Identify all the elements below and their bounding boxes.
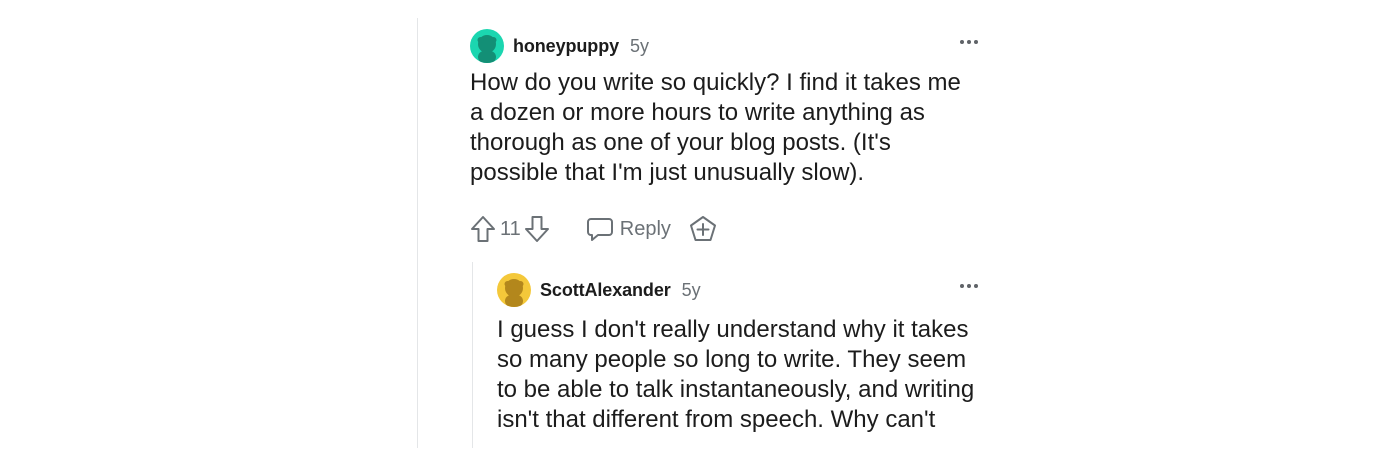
reply-label: Reply (619, 217, 671, 240)
award-plus-icon (689, 216, 716, 241)
more-horizontal-icon (960, 40, 964, 44)
vote-count: 11 (500, 217, 521, 240)
comment-age: 5y (681, 279, 701, 300)
arrow-down-icon (524, 216, 549, 242)
more-horizontal-icon (960, 284, 964, 288)
reply-button[interactable]: Reply (586, 215, 671, 243)
comment-age: 5y (630, 35, 650, 56)
username[interactable]: ScottAlexander (540, 280, 671, 301)
avatar[interactable] (497, 273, 531, 307)
comment-actions: 11 Reply (470, 212, 990, 246)
arrow-up-icon (471, 216, 495, 242)
username[interactable]: honeypuppy (513, 36, 619, 57)
downvote-button[interactable] (524, 215, 550, 243)
speech-bubble-icon (586, 218, 613, 241)
award-button[interactable] (689, 215, 717, 243)
comment-header: honeypuppy 5y (470, 28, 990, 64)
comment-header: ScottAlexander 5y (497, 272, 990, 308)
more-options-button[interactable] (956, 36, 982, 48)
comment: honeypuppy 5y How do you write so quickl… (470, 28, 990, 246)
thread-line[interactable] (417, 18, 418, 448)
comment: ScottAlexander 5y I guess I don't really… (497, 272, 990, 435)
upvote-button[interactable] (470, 215, 496, 243)
comment-body: How do you write so quickly? I find it t… (470, 69, 961, 186)
comment-body: I guess I don't really understand why it… (497, 316, 975, 433)
more-options-button[interactable] (956, 280, 982, 292)
thread-line[interactable] (472, 262, 473, 448)
avatar[interactable] (470, 29, 504, 63)
